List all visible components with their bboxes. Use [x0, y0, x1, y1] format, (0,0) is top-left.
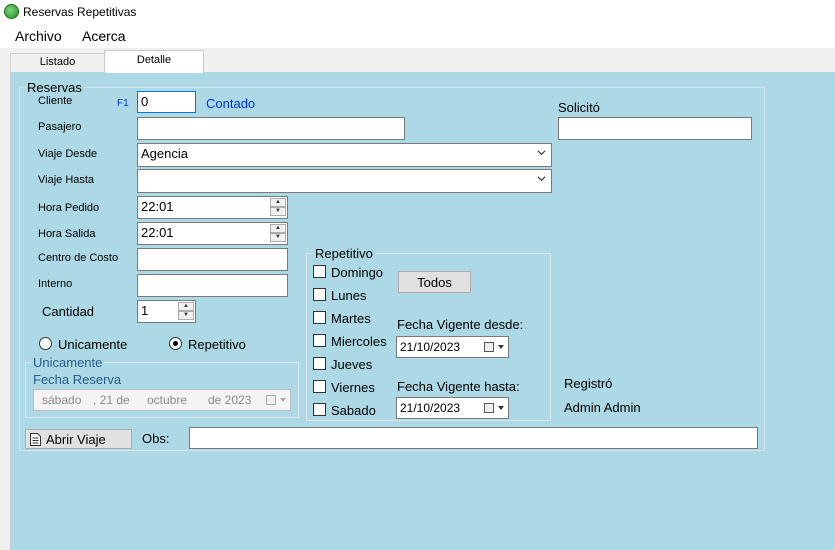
viaje-desde-label: Viaje Desde	[38, 148, 98, 160]
viernes-checkbox[interactable]	[313, 380, 326, 393]
obs-label: Obs:	[142, 431, 170, 446]
tab-detalle[interactable]: Detalle	[104, 50, 204, 73]
hora-salida-label: Hora Salida	[38, 228, 96, 240]
calendar-icon	[484, 342, 494, 352]
todos-button[interactable]: Todos	[398, 271, 471, 293]
viaje-hasta-label: Viaje Hasta	[38, 174, 95, 186]
cliente-label: Cliente	[38, 95, 73, 107]
calendar-icon	[266, 395, 276, 405]
tab-listado[interactable]: Listado	[10, 53, 105, 72]
cliente-input[interactable]: 0	[137, 91, 196, 113]
pasajero-label: Pasajero	[38, 121, 82, 133]
cantidad-spinner[interactable]: ▲ ▼	[178, 302, 194, 320]
sabado-checkbox[interactable]	[313, 403, 326, 416]
obs-input[interactable]	[189, 427, 758, 449]
centro-costo-input[interactable]	[137, 248, 288, 271]
unicamente-radio[interactable]	[39, 337, 52, 350]
window-title: Reservas Repetitivas	[23, 5, 137, 19]
registro-user: Admin Admin	[564, 400, 641, 415]
martes-label: Martes	[331, 311, 371, 326]
interno-input[interactable]	[137, 274, 288, 297]
centro-costo-label: Centro de Costo	[38, 252, 119, 264]
document-icon	[30, 433, 41, 446]
hora-salida-spinner[interactable]: ▲ ▼	[270, 224, 286, 242]
martes-checkbox[interactable]	[313, 311, 326, 324]
sabado-label: Sabado	[331, 403, 376, 418]
fecha-reserva-weekday: sábado	[42, 393, 82, 407]
domingo-checkbox[interactable]	[313, 265, 326, 278]
hora-pedido-value: 22:01	[141, 199, 174, 214]
hora-pedido-input[interactable]: 22:01 ▲ ▼	[137, 196, 288, 219]
fecha-desde-value: 21/10/2023	[400, 340, 461, 354]
menu-archivo[interactable]: Archivo	[15, 28, 62, 44]
contado-label: Contado	[206, 96, 256, 111]
hora-pedido-spinner[interactable]: ▲ ▼	[270, 198, 286, 216]
abrir-viaje-button[interactable]: Abrir Viaje	[25, 429, 132, 449]
dropdown-arrow-icon	[498, 345, 504, 349]
hora-pedido-label: Hora Pedido	[38, 202, 100, 214]
cantidad-input[interactable]: 1 ▲ ▼	[137, 300, 196, 323]
fecha-reserva-month: octubre	[147, 393, 188, 407]
calendar-icon	[484, 403, 494, 413]
dropdown-arrow-icon	[498, 406, 504, 410]
registro-label: Registró	[564, 376, 613, 391]
unicamente-group-title: Unicamente	[31, 355, 105, 370]
app-globe-icon	[4, 4, 19, 19]
chevron-down-icon	[537, 150, 546, 156]
cantidad-label: Cantidad	[42, 304, 95, 319]
fecha-hasta-picker[interactable]: 21/10/2023	[396, 397, 509, 419]
viernes-label: Viernes	[331, 380, 375, 395]
miercoles-checkbox[interactable]	[313, 334, 326, 347]
pasajero-input[interactable]	[137, 117, 405, 140]
viaje-desde-select[interactable]: Agencia	[137, 143, 552, 167]
lunes-checkbox[interactable]	[313, 288, 326, 301]
repetitivo-group-title: Repetitivo	[313, 246, 375, 261]
dropdown-arrow-icon	[280, 398, 286, 402]
menu-acerca[interactable]: Acerca	[82, 28, 126, 44]
miercoles-label: Miercoles	[331, 334, 387, 349]
hora-salida-input[interactable]: 22:01 ▲ ▼	[137, 222, 288, 245]
f1-hint-label: F1	[117, 98, 129, 109]
fecha-reserva-year: de 2023	[208, 393, 252, 407]
fecha-reserva-picker[interactable]: sábado , 21 de octubre de 2023	[33, 389, 291, 411]
fecha-hasta-label: Fecha Vigente hasta:	[397, 379, 520, 394]
repetitivo-radio-label: Repetitivo	[188, 337, 246, 352]
unicamente-radio-label: Unicamente	[58, 337, 128, 352]
abrir-viaje-label: Abrir Viaje	[46, 432, 106, 447]
jueves-label: Jueves	[331, 357, 373, 372]
cantidad-value: 1	[141, 303, 149, 318]
viaje-desde-value: Agencia	[141, 146, 188, 161]
lunes-label: Lunes	[331, 288, 367, 303]
viaje-hasta-select[interactable]	[137, 169, 552, 193]
fecha-desde-label: Fecha Vigente desde:	[397, 317, 524, 332]
hora-salida-value: 22:01	[141, 225, 174, 240]
domingo-label: Domingo	[331, 265, 384, 280]
chevron-down-icon	[537, 176, 546, 182]
fecha-reserva-label: Fecha Reserva	[33, 372, 122, 387]
fecha-desde-picker[interactable]: 21/10/2023	[396, 336, 509, 358]
solicito-label: Solicitó	[558, 100, 600, 115]
solicito-input[interactable]	[558, 117, 752, 140]
repetitivo-radio[interactable]	[169, 337, 182, 350]
fecha-reserva-day: , 21 de	[93, 393, 130, 407]
fecha-hasta-value: 21/10/2023	[400, 401, 461, 415]
jueves-checkbox[interactable]	[313, 357, 326, 370]
interno-label: Interno	[38, 278, 73, 290]
reservas-group-title: Reservas	[25, 80, 84, 95]
